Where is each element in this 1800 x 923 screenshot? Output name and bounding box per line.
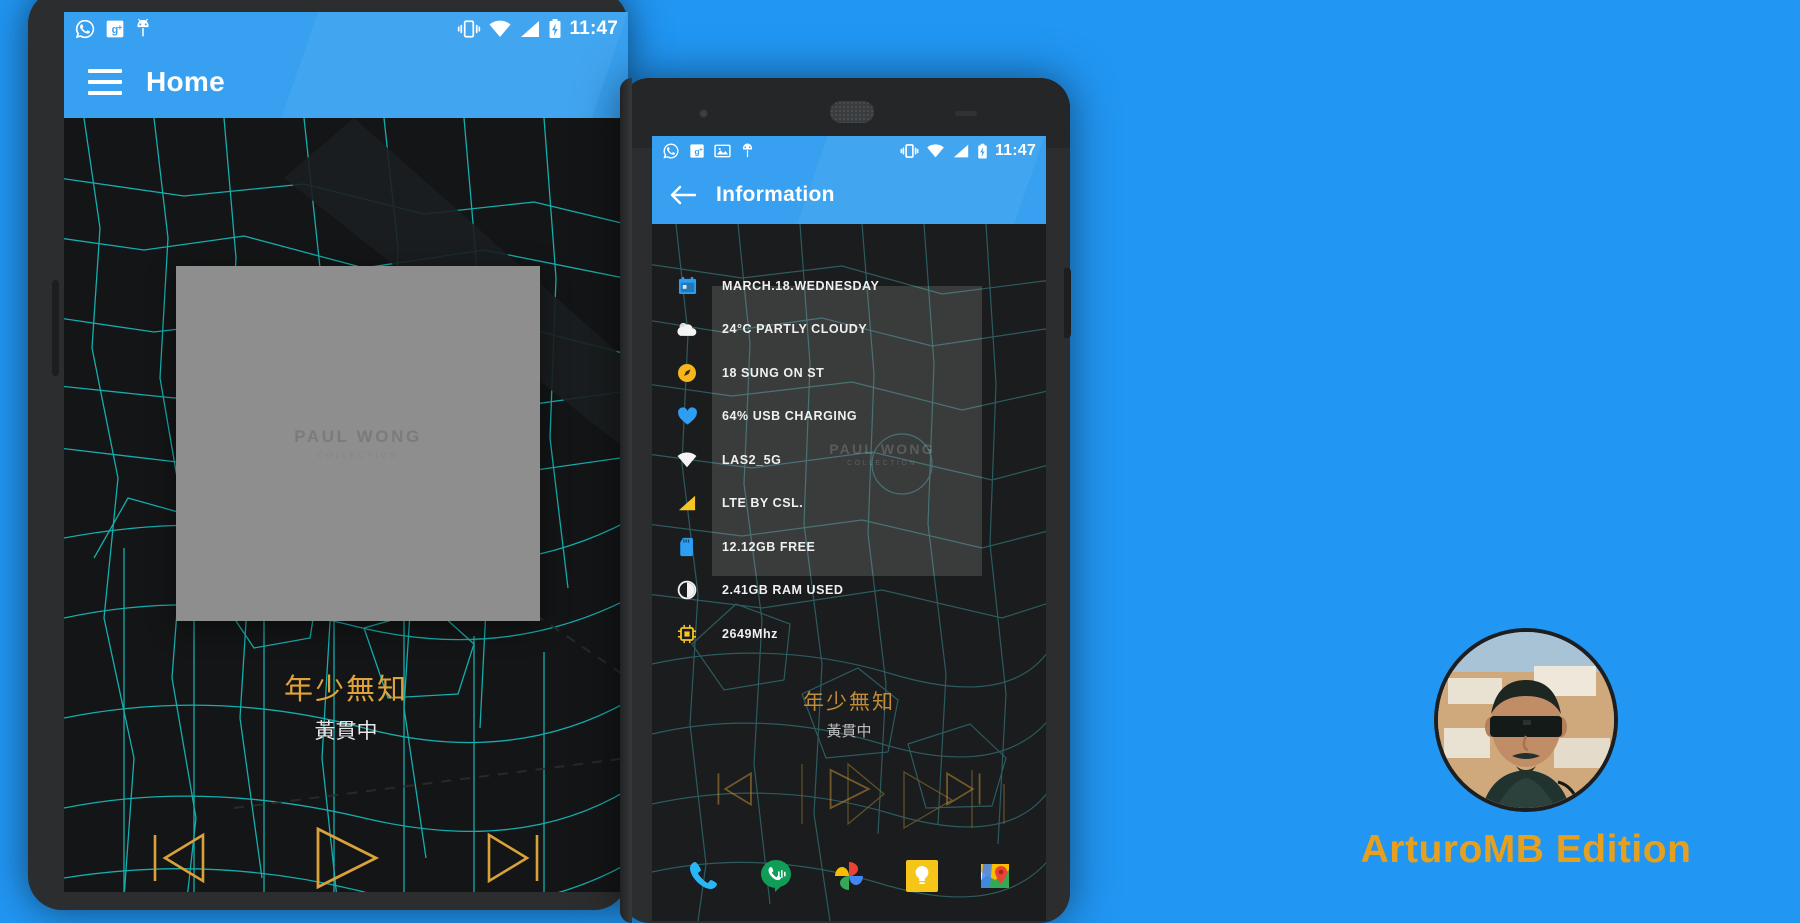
signal-icon	[953, 144, 969, 158]
phone-device-left: g + 11:47 Home PAUL WONG COLLECTION 年少無知…	[28, 0, 628, 910]
phone1-volume-button[interactable]	[52, 280, 59, 376]
info-row-ram[interactable]: 2.41GB RAM USED	[652, 569, 1046, 613]
info-label: MARCH.18.WEDNESDAY	[722, 278, 880, 293]
info-label: LTE BY CSL.	[722, 496, 804, 511]
svg-text:+: +	[118, 22, 123, 32]
previous-track-icon[interactable]	[713, 769, 755, 809]
track-artist: 黃貫中	[826, 722, 872, 740]
wifi-icon	[674, 451, 700, 469]
phone1-system-icons: 11:47	[457, 18, 618, 40]
phone1-clock: 11:47	[569, 18, 618, 39]
album-art-title: PAUL WONG	[294, 427, 422, 446]
hamburger-menu-icon[interactable]	[88, 69, 122, 95]
info-row-weather[interactable]: 24°C PARTLY CLOUDY	[652, 308, 1046, 352]
google-photos-icon[interactable]	[826, 853, 872, 899]
track-title: 年少無知	[803, 690, 895, 714]
next-track-icon[interactable]	[483, 829, 545, 887]
vibrate-icon	[458, 20, 481, 38]
proximity-sensor	[955, 111, 977, 116]
info-label: 18 SUNG ON ST	[722, 365, 825, 380]
info-row-date[interactable]: MARCH.18.WEDNESDAY	[652, 264, 1046, 308]
ram-gauge-icon	[674, 580, 700, 600]
phone1-home-screen: PAUL WONG COLLECTION 年少無知 黃貫中	[64, 118, 628, 892]
phone2-volume-button[interactable]	[1064, 268, 1071, 338]
wifi-icon	[927, 144, 944, 158]
phone2-status-bar: g + 11:47	[652, 136, 1046, 166]
heart-icon	[674, 407, 700, 426]
info-row-network[interactable]: LTE BY CSL.	[652, 482, 1046, 526]
earpiece-speaker	[830, 101, 874, 123]
phone1-screen: g + 11:47 Home PAUL WONG COLLECTION 年少無知…	[64, 12, 628, 892]
vibrate-icon	[900, 144, 919, 158]
phone-dialer-icon[interactable]	[680, 853, 726, 899]
media-controls	[64, 824, 628, 892]
google-keep-icon[interactable]	[899, 853, 945, 899]
app-dock	[652, 839, 1046, 913]
battery-charging-icon	[549, 19, 561, 38]
info-label: 2.41GB RAM USED	[722, 583, 844, 598]
compass-icon	[674, 363, 700, 383]
info-label: 2649Mhz	[722, 626, 778, 641]
info-row-storage[interactable]: 12.12GB FREE	[652, 525, 1046, 569]
cloud-icon	[674, 320, 700, 339]
album-art-subtitle: COLLECTION	[317, 451, 399, 460]
hangouts-dialer-icon[interactable]	[753, 853, 799, 899]
page-title: Information	[716, 183, 835, 206]
info-label: LAS2_5G	[722, 452, 782, 467]
screenshot-icon	[714, 144, 731, 158]
calendar-icon	[674, 276, 700, 295]
avatar	[1434, 628, 1618, 812]
info-row-cpu[interactable]: 2649Mhz	[652, 612, 1046, 656]
info-label: 12.12GB FREE	[722, 539, 816, 554]
svg-text:+: +	[699, 147, 703, 154]
information-list: MARCH.18.WEDNESDAY 24°C PARTLY CLOUDY 18…	[652, 264, 1046, 656]
signal-icon	[521, 21, 540, 37]
previous-track-icon[interactable]	[147, 829, 209, 887]
android-icon	[137, 18, 149, 37]
info-row-battery[interactable]: 64% USB CHARGING	[652, 395, 1046, 439]
phone1-notification-icons: g +	[74, 18, 152, 40]
sdcard-icon	[674, 537, 700, 557]
phone2-clock: 11:47	[994, 142, 1036, 159]
phone-device-right: g + 11:47 Information MARCH.18.WEDNESDAY…	[620, 78, 1071, 923]
info-row-location[interactable]: 18 SUNG ON ST	[652, 351, 1046, 395]
android-icon	[743, 143, 752, 157]
branding-block: ArturoMB Edition	[1286, 628, 1766, 872]
phone2-information-screen: PAUL WONG COLLECTION MARCH.18.WEDNESDAY …	[652, 224, 1046, 921]
track-artist: 黃貫中	[314, 719, 378, 743]
phone2-bezel	[620, 78, 632, 923]
phone2-system-icons: 11:47	[900, 142, 1036, 160]
now-playing-info: 年少無知 黃貫中	[64, 666, 628, 745]
google-maps-icon[interactable]	[972, 853, 1018, 899]
cpu-chip-icon	[674, 624, 700, 644]
phone1-status-bar: g + 11:47	[64, 12, 628, 46]
front-camera-icon	[698, 108, 709, 119]
back-arrow-icon[interactable]	[670, 185, 696, 205]
play-icon[interactable]	[824, 766, 874, 812]
next-track-icon[interactable]	[943, 769, 985, 809]
whatsapp-icon	[75, 19, 95, 39]
info-label: 64% USB CHARGING	[722, 409, 858, 424]
battery-charging-icon	[978, 143, 987, 158]
wifi-icon	[489, 20, 511, 37]
phone2-screen: g + 11:47 Information MARCH.18.WEDNESDAY…	[652, 136, 1046, 921]
whatsapp-icon	[663, 143, 679, 159]
page-title: Home	[146, 66, 225, 97]
album-art[interactable]: PAUL WONG COLLECTION	[176, 266, 540, 621]
play-icon[interactable]	[308, 824, 384, 892]
brand-title: ArturoMB Edition	[1360, 828, 1692, 871]
info-row-wifi[interactable]: LAS2_5G	[652, 438, 1046, 482]
phone1-app-bar: Home	[64, 12, 628, 152]
phone2-notification-icons: g +	[662, 142, 755, 160]
signal-icon	[674, 494, 700, 512]
info-label: 24°C PARTLY CLOUDY	[722, 322, 868, 337]
google-plus-icon: g +	[106, 20, 124, 38]
phone2-app-bar: Information	[652, 136, 1046, 272]
media-controls	[652, 766, 1046, 812]
now-playing-info: 年少無知 黃貫中	[652, 686, 1046, 741]
google-plus-icon: g +	[690, 144, 704, 158]
track-title: 年少無知	[283, 672, 408, 706]
